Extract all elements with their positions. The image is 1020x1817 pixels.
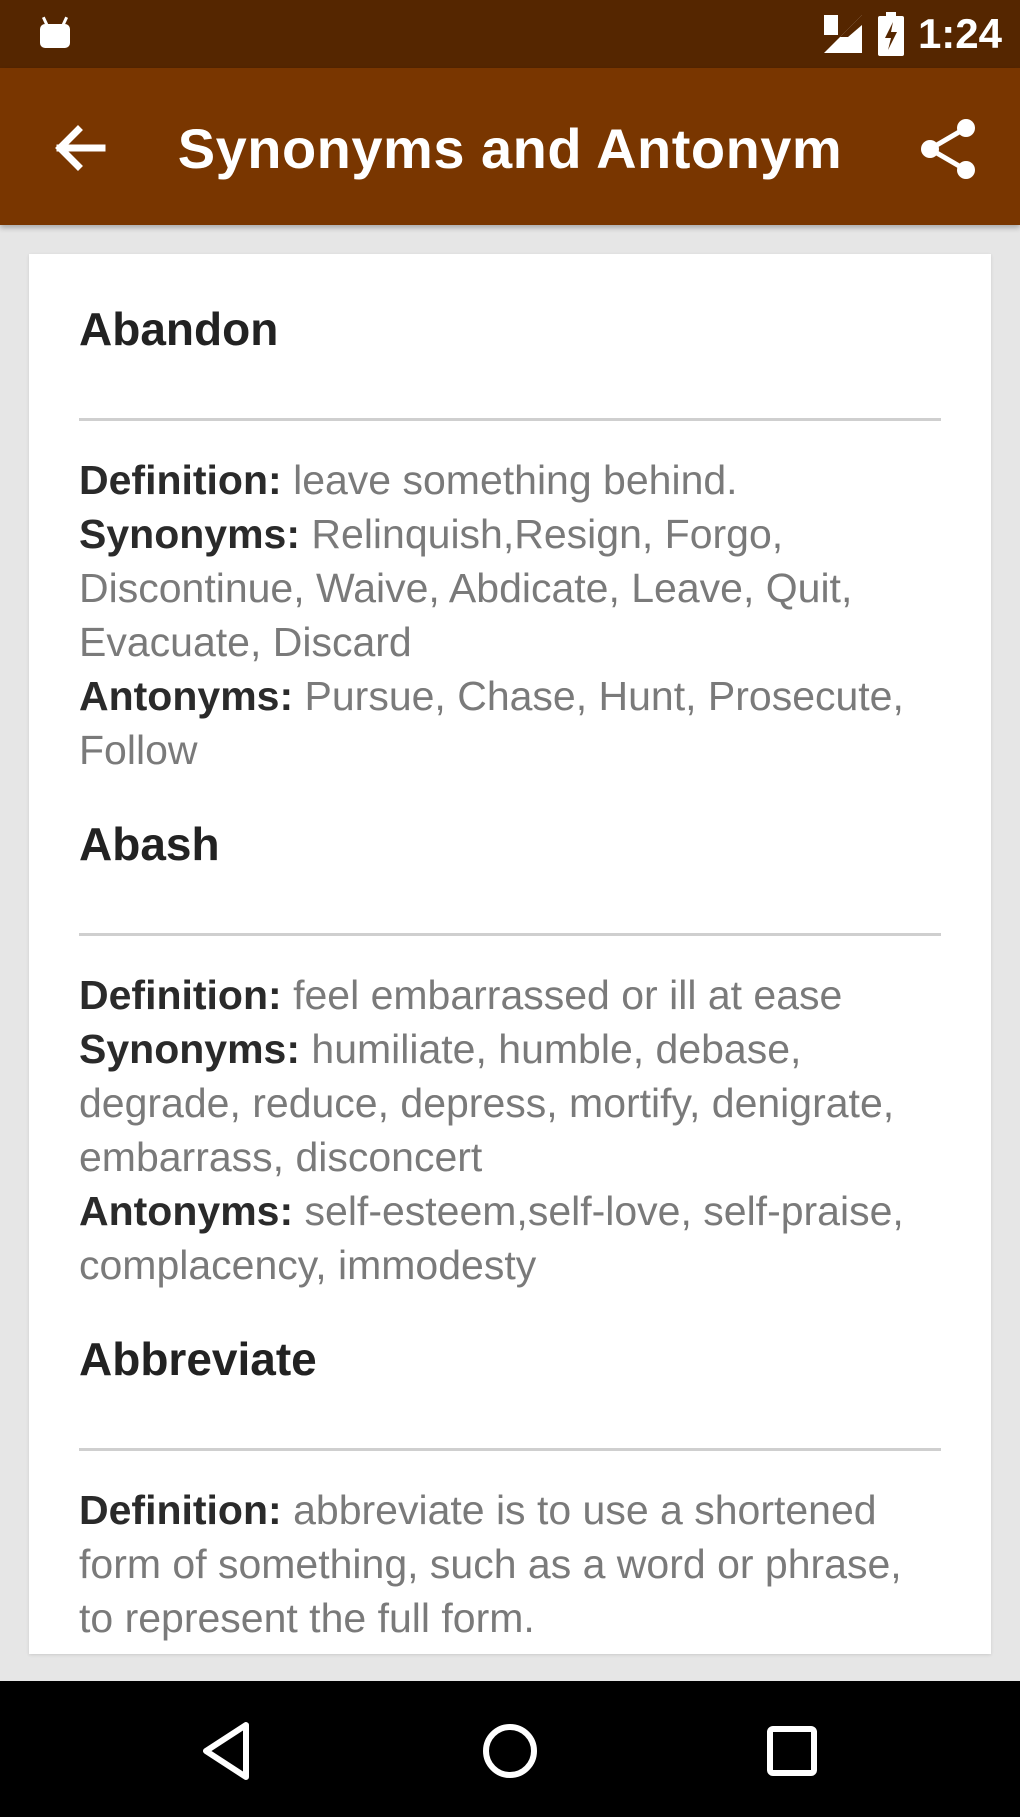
definition-line: Definition: feel embarrassed or ill at e… — [79, 968, 941, 1022]
entry-abbreviate: Abbreviate Definition: abbreviate is to … — [29, 1292, 991, 1645]
definition-label: Definition: — [79, 972, 282, 1018]
definition-text: leave something behind. — [293, 457, 738, 503]
entry-word: Abandon — [79, 303, 279, 355]
definition-text: feel embarrassed or ill at ease — [293, 972, 843, 1018]
divider — [79, 933, 941, 936]
triangle-back-icon[interactable] — [192, 1715, 264, 1787]
battery-charging-icon — [877, 12, 904, 56]
divider — [79, 1448, 941, 1451]
system-nav-bar — [0, 1681, 1020, 1817]
divider — [79, 418, 941, 421]
definition-label: Definition: — [79, 1487, 282, 1533]
antonyms-label: Antonyms: — [79, 1188, 294, 1234]
android-icon — [40, 16, 70, 48]
app-toolbar: Synonyms and Antonym — [0, 68, 1020, 225]
synonyms-line: Synonyms: humiliate, humble, debase, deg… — [79, 1022, 941, 1184]
entry-abash: Abash Definition: feel embarrassed or il… — [29, 777, 991, 1292]
share-icon[interactable] — [914, 114, 984, 184]
status-icons: 1:24 — [818, 10, 1002, 58]
content-card: Abandon Definition: leave something behi… — [29, 254, 991, 1654]
page-title: Synonyms and Antonym — [177, 117, 843, 180]
synonyms-label: Synonyms: — [79, 511, 300, 557]
square-recents-icon[interactable] — [756, 1715, 828, 1787]
definition-label: Definition: — [79, 457, 282, 503]
synonyms-label: Synonyms: — [79, 1026, 300, 1072]
definition-line: Definition: leave something behind. — [79, 453, 941, 507]
entry-word: Abash — [79, 818, 220, 870]
circle-home-icon[interactable] — [474, 1715, 546, 1787]
signal-icon — [823, 15, 862, 53]
antonyms-label: Antonyms: — [79, 673, 294, 719]
entry-word: Abbreviate — [79, 1333, 317, 1385]
synonyms-line: Synonyms: Relinquish,Resign, Forgo, Disc… — [79, 507, 941, 669]
status-bar: 1:24 — [0, 0, 1020, 68]
definition-line: Definition: abbreviate is to use a short… — [79, 1483, 941, 1645]
status-time: 1:24 — [917, 10, 1002, 57]
entry-abandon: Abandon Definition: leave something behi… — [29, 254, 991, 777]
antonyms-line: Antonyms: Pursue, Chase, Hunt, Prosecute… — [79, 669, 941, 777]
antonyms-line: Antonyms: self-esteem,self-love, self-pr… — [79, 1184, 941, 1292]
